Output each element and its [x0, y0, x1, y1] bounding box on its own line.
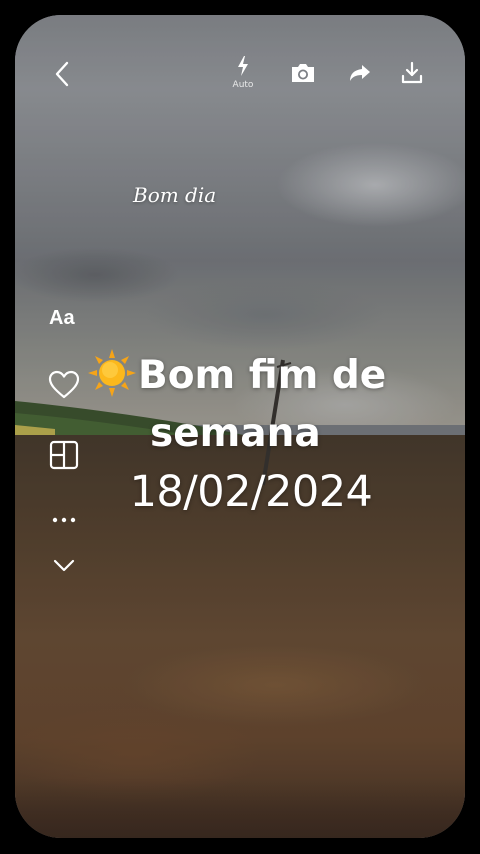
- share-button[interactable]: [348, 63, 372, 83]
- script-greeting-text[interactable]: Bom dia: [133, 183, 216, 207]
- chevron-down-icon: [53, 559, 75, 572]
- layout-grid-icon: [49, 440, 79, 470]
- more-dots-icon: [52, 517, 76, 523]
- flash-mode-label: Auto: [232, 80, 254, 90]
- headline-text[interactable]: Bom fim de semana: [88, 347, 448, 463]
- layout-tool-button[interactable]: [49, 440, 79, 470]
- headline-line-2: semana: [150, 411, 321, 456]
- sticker-tool-button[interactable]: [48, 370, 80, 400]
- download-icon: [401, 61, 423, 84]
- more-tools-button[interactable]: [51, 511, 77, 523]
- chevron-left-icon: [55, 61, 69, 87]
- camera-icon: [292, 64, 314, 82]
- text-tool-button[interactable]: Aa: [49, 307, 75, 330]
- back-button[interactable]: [51, 59, 73, 89]
- photo-editor-frame: Auto Bom dia Bom fim de semana 18/02/202…: [15, 15, 465, 838]
- date-text[interactable]: 18/02/2024: [111, 467, 391, 517]
- collapse-tools-button[interactable]: [52, 558, 76, 574]
- headline-line-1: Bom fim de: [138, 353, 387, 398]
- share-arrow-icon: [350, 65, 370, 81]
- sun-emoji: [88, 348, 136, 397]
- bottom-fade: [15, 778, 465, 838]
- camera-button[interactable]: [289, 61, 317, 85]
- flash-button[interactable]: Auto: [228, 55, 258, 90]
- heart-outline-icon: [48, 370, 80, 399]
- download-button[interactable]: [400, 61, 424, 85]
- flash-icon: [238, 56, 248, 76]
